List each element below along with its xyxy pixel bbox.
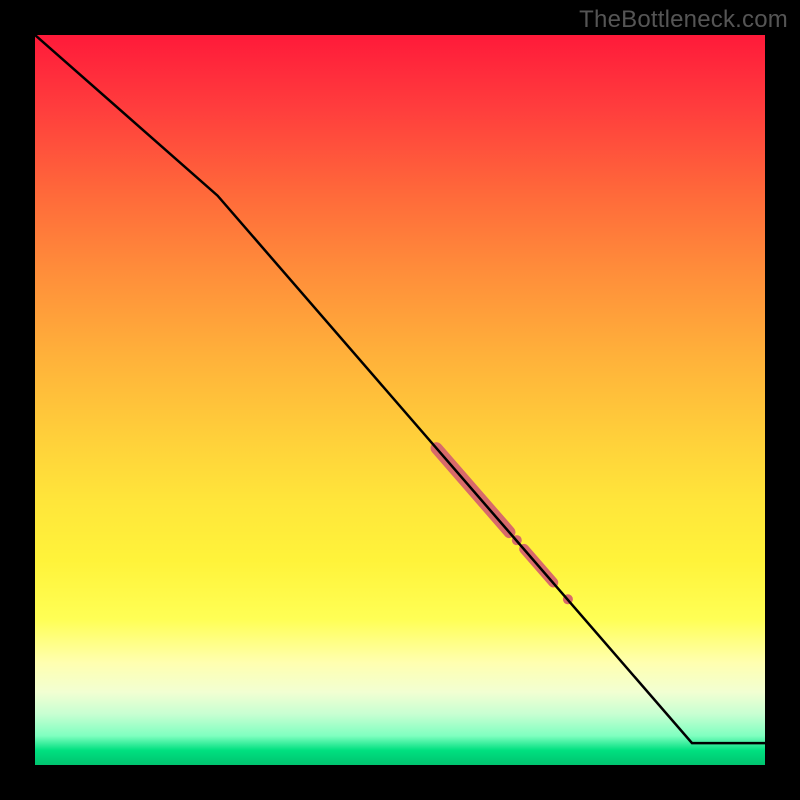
main-curve	[35, 35, 765, 743]
gradient-plot-area	[35, 35, 765, 765]
chart-svg	[35, 35, 765, 765]
chart-frame: TheBottleneck.com	[0, 0, 800, 800]
watermark-text: TheBottleneck.com	[579, 6, 788, 34]
